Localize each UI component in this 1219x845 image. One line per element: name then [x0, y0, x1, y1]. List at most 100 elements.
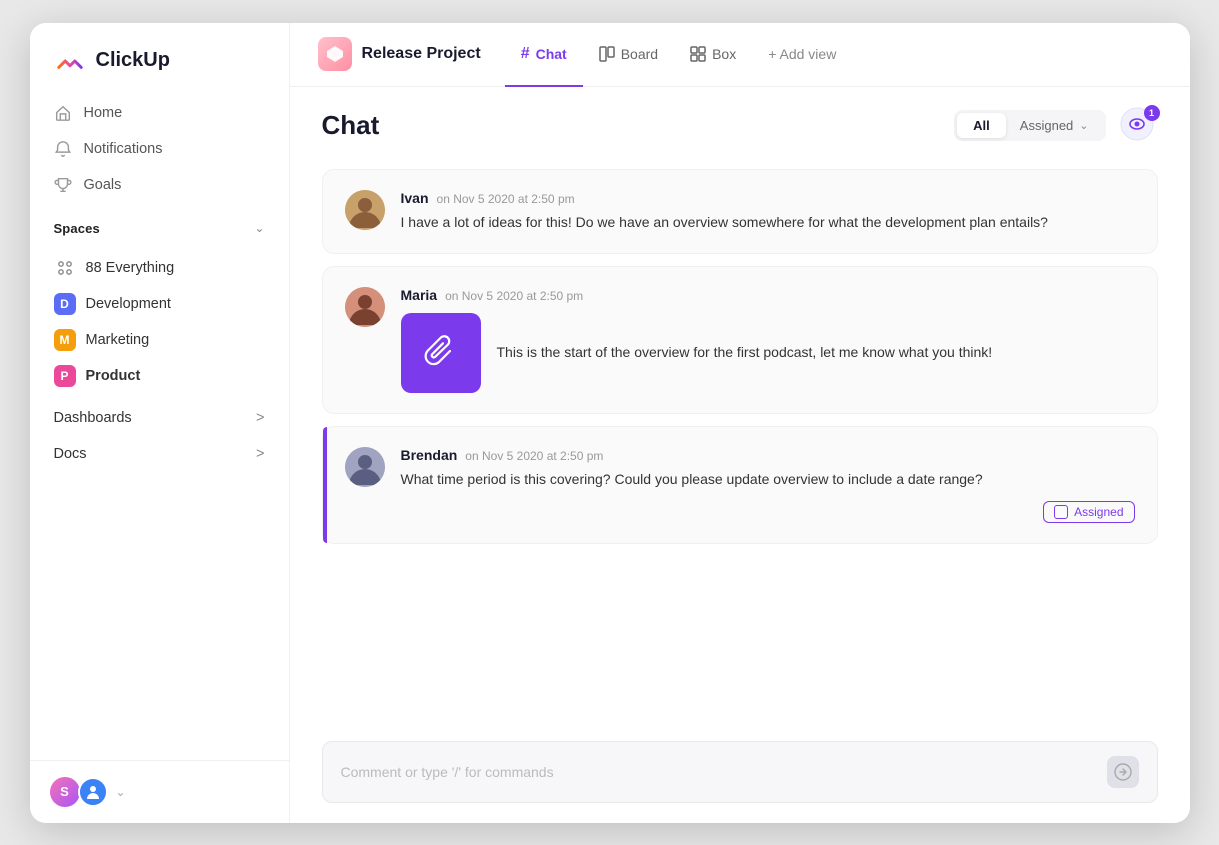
development-badge: D: [54, 293, 76, 315]
ivan-text: I have a lot of ideas for this! Do we ha…: [401, 212, 1135, 234]
comment-input-wrap[interactable]: Comment or type '/' for commands: [322, 741, 1158, 803]
board-tab-label: Board: [621, 46, 658, 62]
brendan-avatar: [345, 447, 385, 487]
project-icon: [318, 37, 352, 71]
notifications-label: Notifications: [84, 141, 163, 157]
logo-area[interactable]: ClickUp: [30, 23, 289, 95]
sidebar-item-goals[interactable]: Goals: [42, 167, 277, 203]
chat-header: Chat All Assigned ⌄: [290, 87, 1190, 157]
spaces-section: Spaces ⌄: [30, 203, 289, 244]
clickup-logo-icon: [54, 45, 86, 77]
messages-list: Ivan on Nov 5 2020 at 2:50 pm I have a l…: [290, 157, 1190, 727]
avatar-user1[interactable]: S: [50, 777, 80, 807]
avatar-user2[interactable]: [78, 777, 108, 807]
everything-count-label: 88 Everything: [86, 260, 175, 276]
comment-placeholder: Comment or type '/' for commands: [341, 764, 1107, 780]
dashboards-label: Dashboards: [54, 410, 132, 426]
product-badge: P: [54, 365, 76, 387]
attachment-text: This is the start of the overview for th…: [497, 342, 993, 364]
add-view-button[interactable]: + Add view: [752, 23, 852, 87]
trophy-icon: [54, 176, 72, 194]
assigned-tag-wrap: Assigned: [401, 501, 1135, 523]
space-item-everything[interactable]: 88 Everything: [42, 250, 277, 286]
chat-area: Chat All Assigned ⌄: [290, 87, 1190, 823]
brendan-meta: Brendan on Nov 5 2020 at 2:50 pm: [401, 447, 1135, 463]
board-icon: [599, 46, 615, 62]
filter-all-button[interactable]: All: [957, 113, 1006, 138]
watch-button[interactable]: 1: [1120, 107, 1158, 145]
logo-text: ClickUp: [96, 49, 170, 72]
sidebar-item-home[interactable]: Home: [42, 95, 277, 131]
project-svg-icon: [325, 44, 345, 64]
watch-count-badge: 1: [1144, 105, 1160, 121]
brendan-message-body: Brendan on Nov 5 2020 at 2:50 pm What ti…: [401, 447, 1135, 523]
dashboards-chevron-icon: >: [256, 410, 264, 426]
bell-icon: [54, 140, 72, 158]
send-icon: [1114, 763, 1132, 781]
docs-expandable[interactable]: Docs >: [30, 436, 289, 472]
tab-board[interactable]: Board: [583, 23, 674, 87]
goals-label: Goals: [84, 177, 122, 193]
space-item-product[interactable]: P Product: [42, 358, 277, 394]
space-item-development[interactable]: D Development: [42, 286, 277, 322]
assigned-chevron-icon: ⌄: [1079, 119, 1088, 132]
message-card: Ivan on Nov 5 2020 at 2:50 pm I have a l…: [322, 169, 1158, 255]
sidebar-item-notifications[interactable]: Notifications: [42, 131, 277, 167]
sidebar-nav: Home Notifications Goals: [30, 95, 289, 203]
maria-author: Maria: [401, 287, 438, 303]
maria-meta: Maria on Nov 5 2020 at 2:50 pm: [401, 287, 1135, 303]
filter-assigned-button[interactable]: Assigned ⌄: [1006, 113, 1103, 138]
ivan-meta: Ivan on Nov 5 2020 at 2:50 pm: [401, 190, 1135, 206]
ivan-avatar-img: [345, 190, 385, 230]
spaces-title: Spaces: [54, 221, 100, 236]
tab-chat[interactable]: # Chat: [505, 23, 583, 87]
product-label: Product: [86, 368, 141, 384]
home-label: Home: [84, 105, 123, 121]
attachment-preview: This is the start of the overview for th…: [401, 313, 1135, 393]
message-card: Maria on Nov 5 2020 at 2:50 pm This is t…: [322, 266, 1158, 414]
brendan-time: on Nov 5 2020 at 2:50 pm: [465, 449, 603, 463]
user-menu-chevron[interactable]: ⌄: [116, 785, 126, 799]
marketing-badge: M: [54, 329, 76, 351]
maria-avatar-img: [345, 287, 385, 327]
assigned-checkbox[interactable]: [1054, 505, 1068, 519]
box-icon: [690, 46, 706, 62]
box-tab-label: Box: [712, 46, 736, 62]
assigned-label: Assigned: [1074, 505, 1123, 519]
maria-time: on Nov 5 2020 at 2:50 pm: [445, 289, 583, 303]
ivan-message-body: Ivan on Nov 5 2020 at 2:50 pm I have a l…: [401, 190, 1135, 234]
message-card: Brendan on Nov 5 2020 at 2:50 pm What ti…: [322, 426, 1158, 544]
main-content: Release Project # Chat Board B: [290, 23, 1190, 823]
maria-message-body: Maria on Nov 5 2020 at 2:50 pm This is t…: [401, 287, 1135, 393]
dashboards-expandable[interactable]: Dashboards >: [30, 400, 289, 436]
send-button[interactable]: [1107, 756, 1139, 788]
brendan-avatar-img: [345, 447, 385, 487]
development-label: Development: [86, 296, 171, 312]
maria-avatar: [345, 287, 385, 327]
spaces-header[interactable]: Spaces ⌄: [54, 221, 265, 236]
add-view-label: + Add view: [768, 46, 836, 62]
ivan-author: Ivan: [401, 190, 429, 206]
space-list: 88 Everything D Development M Marketing …: [30, 244, 289, 400]
docs-label: Docs: [54, 446, 87, 462]
comment-bar: Comment or type '/' for commands: [290, 727, 1190, 823]
chat-title: Chat: [322, 110, 380, 141]
marketing-label: Marketing: [86, 332, 150, 348]
space-item-marketing[interactable]: M Marketing: [42, 322, 277, 358]
tab-box[interactable]: Box: [674, 23, 752, 87]
project-title: Release Project: [362, 45, 481, 63]
paperclip-icon: [423, 335, 459, 371]
chat-filters: All Assigned ⌄: [954, 110, 1105, 141]
home-icon: [54, 104, 72, 122]
sidebar: ClickUp Home Notifications: [30, 23, 290, 823]
chat-tab-label: Chat: [536, 46, 567, 62]
brendan-text: What time period is this covering? Could…: [401, 469, 1135, 491]
attachment-thumb[interactable]: [401, 313, 481, 393]
chat-tab-hash: #: [521, 45, 530, 63]
brendan-author: Brendan: [401, 447, 458, 463]
ivan-avatar: [345, 190, 385, 230]
app-container: ClickUp Home Notifications: [30, 23, 1190, 823]
filter-assigned-label: Assigned: [1020, 118, 1073, 133]
docs-chevron-icon: >: [256, 446, 264, 462]
assigned-tag[interactable]: Assigned: [1043, 501, 1134, 523]
